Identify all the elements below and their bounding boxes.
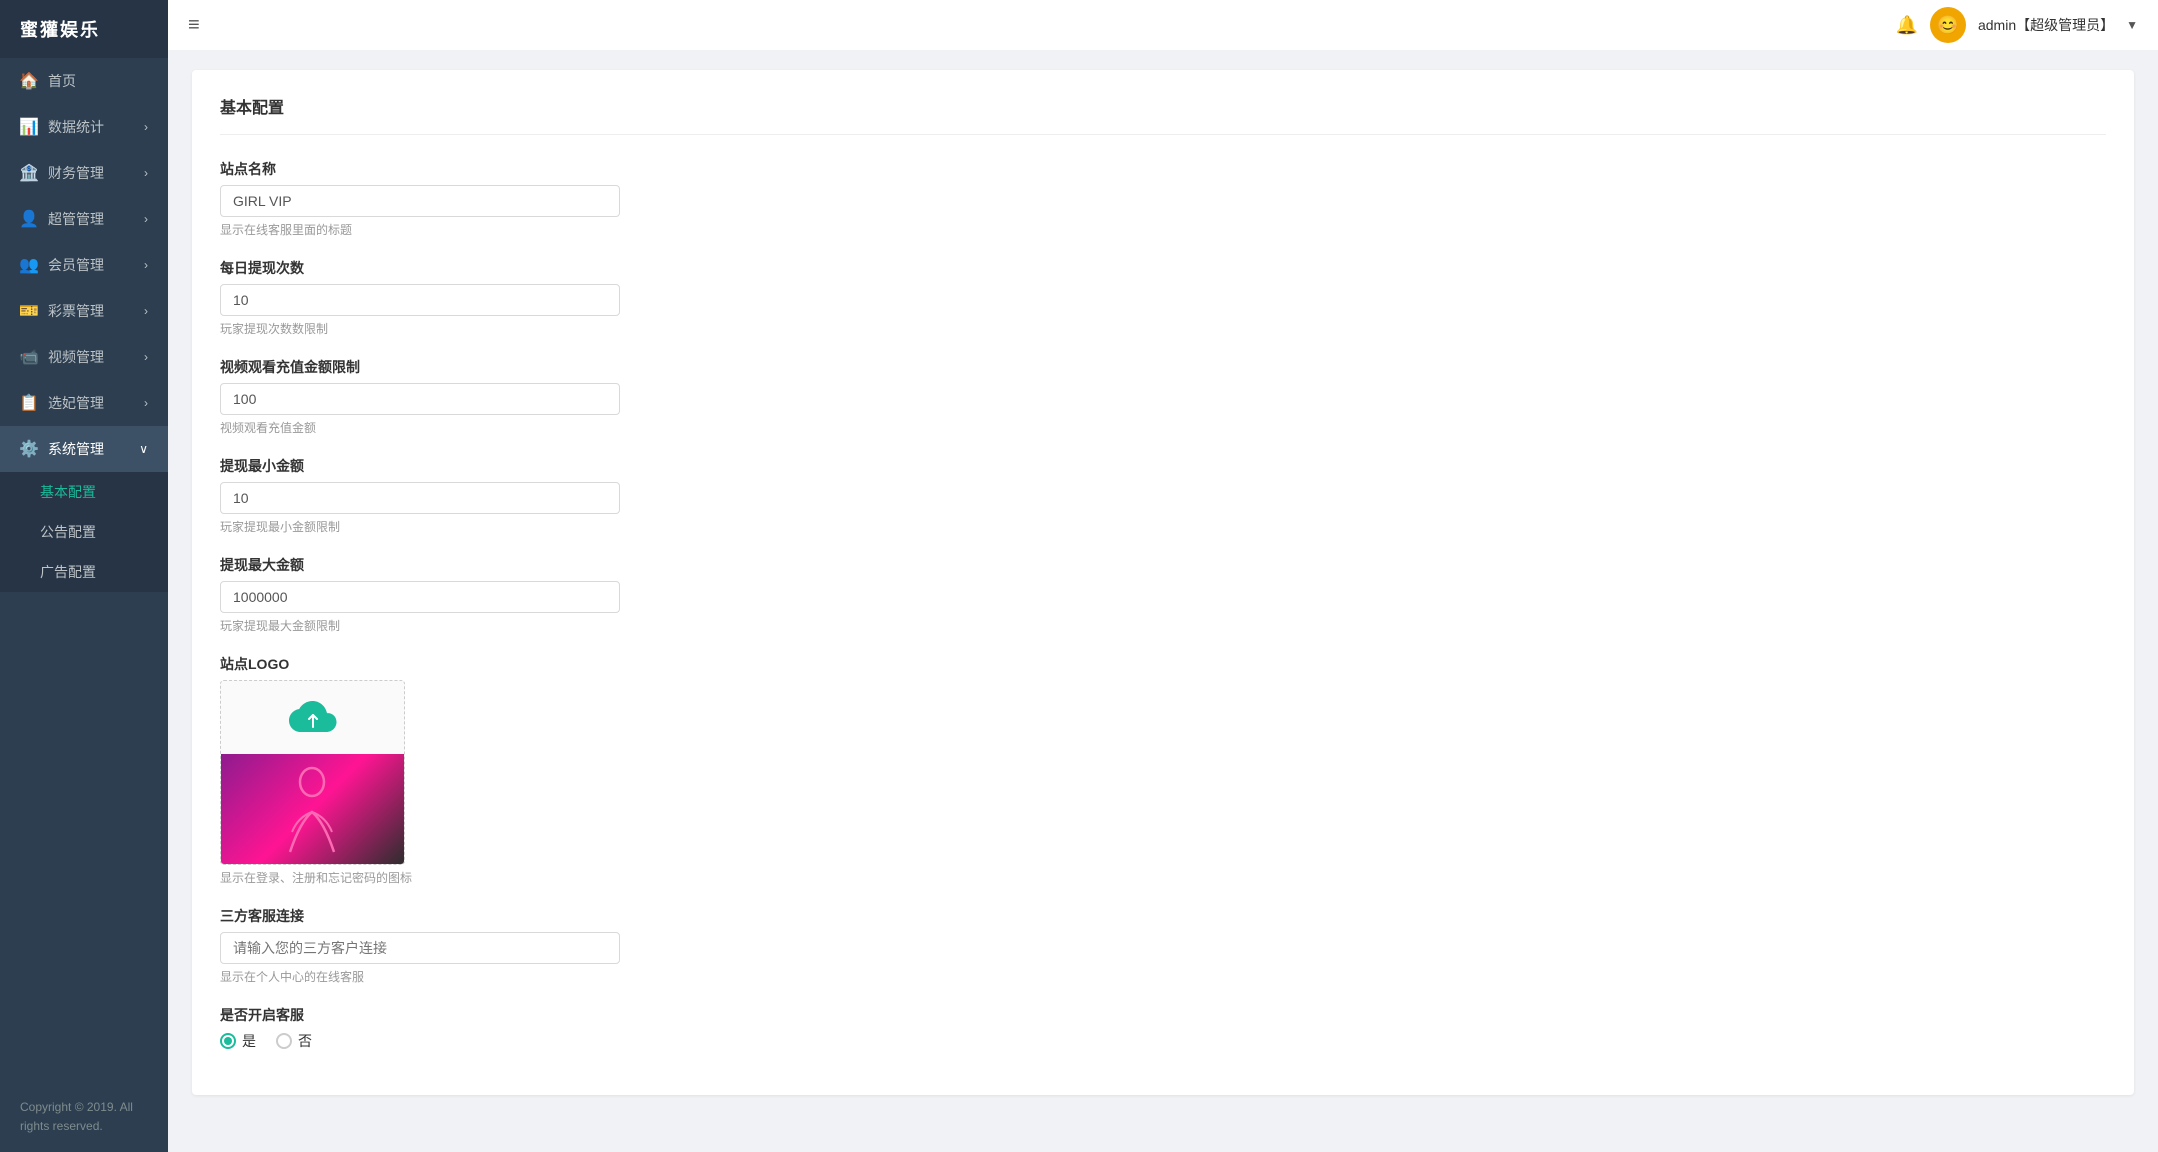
content-area: 基本配置 站点名称 显示在线客服里面的标题 每日提现次数 玩家提现次数数限制 视…	[168, 50, 2158, 1152]
sidebar-item-label: 系统管理	[48, 439, 104, 459]
radio-no[interactable]: 否	[276, 1031, 312, 1051]
site-name-input[interactable]	[220, 185, 620, 217]
chevron-right-icon: ›	[144, 396, 148, 410]
sidebar: 蜜獾娱乐 🏠 首页 📊 数据统计 › 🏦 财务管理 › 👤 超管管理 › 👥 会…	[0, 0, 168, 1152]
sidebar-menu: 🏠 首页 📊 数据统计 › 🏦 财务管理 › 👤 超管管理 › 👥 会员管理 ›…	[0, 58, 168, 1082]
header-right: 🔔 😊 admin【超级管理员】 ▼	[1896, 7, 2138, 43]
chart-icon: 📊	[20, 118, 38, 136]
site-name-hint: 显示在线客服里面的标题	[220, 221, 2106, 238]
third-party-input[interactable]	[220, 932, 620, 964]
main-wrapper: ≡ 🔔 😊 admin【超级管理员】 ▼ 基本配置 站点名称 显示在线客服里面的…	[168, 0, 2158, 1152]
radio-yes-circle	[220, 1033, 236, 1049]
sidebar-item-selection[interactable]: 📋 选妃管理 ›	[0, 380, 168, 426]
bell-icon[interactable]: 🔔	[1896, 15, 1918, 36]
radio-no-label: 否	[298, 1031, 312, 1051]
third-party-label: 三方客服连接	[220, 906, 2106, 926]
page-card: 基本配置 站点名称 显示在线客服里面的标题 每日提现次数 玩家提现次数数限制 视…	[192, 70, 2134, 1095]
daily-withdraw-section: 每日提现次数 玩家提现次数数限制	[220, 258, 2106, 337]
chevron-right-icon: ›	[144, 120, 148, 134]
daily-withdraw-hint: 玩家提现次数数限制	[220, 320, 2106, 337]
third-party-hint: 显示在个人中心的在线客服	[220, 968, 2106, 985]
hamburger-icon[interactable]: ≡	[188, 14, 200, 37]
sidebar-item-finance[interactable]: 🏦 财务管理 ›	[0, 150, 168, 196]
sidebar-item-label: 视频管理	[48, 347, 104, 367]
max-withdraw-label: 提现最大金额	[220, 555, 2106, 575]
submenu-label: 基本配置	[40, 482, 96, 502]
chevron-right-icon: ›	[144, 166, 148, 180]
radio-yes[interactable]: 是	[220, 1031, 256, 1051]
video-recharge-section: 视频观看充值金额限制 视频观看充值金额	[220, 357, 2106, 436]
upload-cloud-icon	[289, 697, 337, 747]
finance-icon: 🏦	[20, 164, 38, 182]
customer-service-section: 是否开启客服 是 否	[220, 1005, 2106, 1051]
sidebar-item-label: 会员管理	[48, 255, 104, 275]
third-party-section: 三方客服连接 显示在个人中心的在线客服	[220, 906, 2106, 985]
member-icon: 👥	[20, 256, 38, 274]
selection-icon: 📋	[20, 394, 38, 412]
min-withdraw-label: 提现最小金额	[220, 456, 2106, 476]
video-icon: 📹	[20, 348, 38, 366]
chevron-right-icon: ›	[144, 304, 148, 318]
max-withdraw-section: 提现最大金额 玩家提现最大金额限制	[220, 555, 2106, 634]
logo-preview	[221, 754, 404, 864]
submenu-label: 广告配置	[40, 562, 96, 582]
sidebar-item-data[interactable]: 📊 数据统计 ›	[0, 104, 168, 150]
user-dropdown-icon[interactable]: ▼	[2126, 18, 2138, 32]
max-withdraw-hint: 玩家提现最大金额限制	[220, 617, 2106, 634]
logo-hint: 显示在登录、注册和忘记密码的图标	[220, 869, 2106, 886]
site-name-label: 站点名称	[220, 159, 2106, 179]
customer-service-label: 是否开启客服	[220, 1005, 2106, 1025]
radio-yes-label: 是	[242, 1031, 256, 1051]
sidebar-item-label: 超管管理	[48, 209, 104, 229]
chevron-right-icon: ›	[144, 258, 148, 272]
lottery-icon: 🎫	[20, 302, 38, 320]
min-withdraw-hint: 玩家提现最小金额限制	[220, 518, 2106, 535]
sidebar-item-home[interactable]: 🏠 首页	[0, 58, 168, 104]
sidebar-item-system[interactable]: ⚙️ 系统管理 ∨	[0, 426, 168, 472]
header: ≡ 🔔 😊 admin【超级管理员】 ▼	[168, 0, 2158, 50]
submenu-label: 公告配置	[40, 522, 96, 542]
sidebar-item-member[interactable]: 👥 会员管理 ›	[0, 242, 168, 288]
sidebar-item-super[interactable]: 👤 超管管理 ›	[0, 196, 168, 242]
system-icon: ⚙️	[20, 440, 38, 458]
sidebar-item-lottery[interactable]: 🎫 彩票管理 ›	[0, 288, 168, 334]
sidebar-item-label: 财务管理	[48, 163, 104, 183]
max-withdraw-input[interactable]	[220, 581, 620, 613]
chevron-down-icon: ∨	[139, 442, 148, 456]
submenu-basic-config[interactable]: 基本配置	[0, 472, 168, 512]
video-recharge-label: 视频观看充值金额限制	[220, 357, 2106, 377]
logo-upload-box[interactable]: 点击上传，或将文件拖拽到此处	[220, 680, 405, 865]
site-name-section: 站点名称 显示在线客服里面的标题	[220, 159, 2106, 238]
sidebar-item-label: 彩票管理	[48, 301, 104, 321]
sidebar-copyright: Copyright © 2019. All rights reserved.	[0, 1082, 168, 1152]
header-left: ≡	[188, 14, 200, 37]
sidebar-item-label: 数据统计	[48, 117, 104, 137]
avatar[interactable]: 😊	[1930, 7, 1966, 43]
sidebar-logo: 蜜獾娱乐	[0, 0, 168, 58]
radio-no-circle	[276, 1033, 292, 1049]
sidebar-item-video[interactable]: 📹 视频管理 ›	[0, 334, 168, 380]
page-title: 基本配置	[220, 94, 2106, 135]
min-withdraw-input[interactable]	[220, 482, 620, 514]
sidebar-item-label: 选妃管理	[48, 393, 104, 413]
customer-service-radio-group: 是 否	[220, 1031, 2106, 1051]
video-recharge-hint: 视频观看充值金额	[220, 419, 2106, 436]
chevron-right-icon: ›	[144, 350, 148, 364]
home-icon: 🏠	[20, 72, 38, 90]
daily-withdraw-label: 每日提现次数	[220, 258, 2106, 278]
submenu-ad-config[interactable]: 广告配置	[0, 552, 168, 592]
chevron-right-icon: ›	[144, 212, 148, 226]
logo-label: 站点LOGO	[220, 654, 2106, 674]
daily-withdraw-input[interactable]	[220, 284, 620, 316]
submenu-notice-config[interactable]: 公告配置	[0, 512, 168, 552]
sidebar-item-label: 首页	[48, 71, 76, 91]
super-icon: 👤	[20, 210, 38, 228]
logo-section: 站点LOGO 点击上传，或将文件拖拽到此处	[220, 654, 2106, 886]
system-submenu: 基本配置 公告配置 广告配置	[0, 472, 168, 592]
min-withdraw-section: 提现最小金额 玩家提现最小金额限制	[220, 456, 2106, 535]
video-recharge-input[interactable]	[220, 383, 620, 415]
username-label: admin【超级管理员】	[1978, 15, 2114, 35]
